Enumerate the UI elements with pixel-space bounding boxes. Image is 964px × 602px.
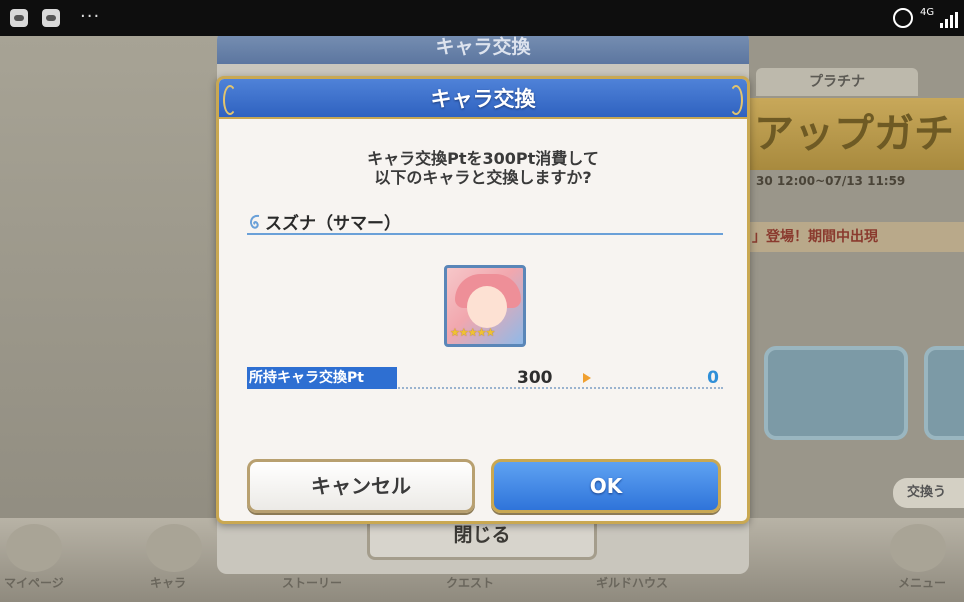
gamepad-icon [10, 9, 28, 27]
more-icon[interactable]: ··· [80, 6, 100, 27]
exchange-button[interactable]: 交換う [893, 478, 964, 508]
nav-item-mypage[interactable]: マイページ [4, 574, 64, 591]
points-row: 所持キャラ交換Pt 300 0 [247, 367, 723, 389]
points-current: 300 [517, 368, 553, 388]
nav-menu-icon[interactable] [890, 524, 946, 572]
message-line: キャラ交換Ptを300Pt消費して [367, 149, 599, 168]
cancel-button[interactable]: キャンセル [247, 459, 475, 513]
nav-item-quest[interactable]: クエスト [446, 574, 494, 591]
rarity-stars: ★★★★★ [450, 326, 495, 339]
gacha-banner: アップガチ [748, 98, 964, 170]
gacha-draw-button[interactable] [924, 346, 964, 440]
tab-platinum[interactable]: プラチナ [756, 68, 918, 96]
nav-item-menu[interactable]: メニュー [898, 574, 946, 591]
message-line: 以下のキャラと交換しますか? [374, 168, 592, 187]
character-name-row: スズナ（サマー） [247, 207, 723, 235]
character-portrait: ★★★★★ [444, 265, 526, 347]
status-bar: ··· 4G [0, 0, 964, 36]
network-type: 4G [920, 7, 935, 18]
gamepad-icon [42, 9, 60, 27]
character-name: スズナ（サマー） [265, 214, 401, 234]
banner-date: 30 12:00~07/13 11:59 [756, 174, 906, 188]
exchange-confirm-dialog: キャラ交換 キャラ交換Ptを300Pt消費して 以下のキャラと交換しますか? ス… [216, 76, 750, 524]
gacha-draw-button[interactable] [764, 346, 908, 440]
banner-notice: 」登場！期間中出現 [748, 222, 964, 252]
ok-button[interactable]: OK [491, 459, 721, 513]
nav-item-guildhouse[interactable]: ギルドハウス [596, 574, 668, 591]
swirl-icon [250, 214, 260, 229]
dialog-message: キャラ交換Ptを300Pt消費して 以下のキャラと交換しますか? [219, 149, 747, 187]
alarm-icon [893, 8, 913, 28]
nav-character-icon[interactable] [146, 524, 202, 572]
points-label: 所持キャラ交換Pt [247, 367, 397, 389]
dialog-header: キャラ交換 [219, 79, 747, 119]
dialog-title: キャラ交換 [430, 87, 536, 111]
nav-item-story[interactable]: ストーリー [282, 574, 342, 591]
nav-mypage-icon[interactable] [6, 524, 62, 572]
nav-item-character[interactable]: キャラ [150, 574, 186, 591]
points-after: 0 [707, 368, 719, 388]
signal-icon [940, 12, 958, 28]
arrow-right-icon [583, 373, 591, 383]
